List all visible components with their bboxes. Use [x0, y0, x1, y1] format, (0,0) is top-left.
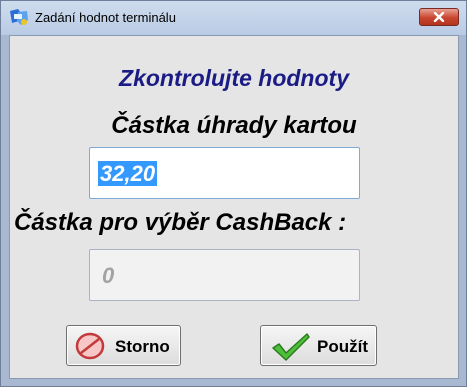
- card-amount-input[interactable]: 32,20: [89, 147, 360, 199]
- apply-button-label: Použít: [317, 337, 368, 356]
- cashback-amount-label: Částka pro výběr CashBack :: [14, 209, 347, 236]
- terminal-app-icon: [9, 9, 29, 27]
- no-entry-icon: [75, 332, 105, 365]
- cancel-button[interactable]: Storno: [66, 325, 181, 366]
- cashback-amount-input: 0: [89, 249, 360, 301]
- title-bar[interactable]: Zadání hodnot terminálu: [1, 1, 466, 35]
- cancel-button-label: Storno: [115, 337, 170, 356]
- dialog-window: Zadání hodnot terminálu Zkontrolujte hod…: [0, 0, 467, 387]
- checkmark-icon: [271, 332, 311, 367]
- check-values-heading: Zkontrolujte hodnoty: [119, 65, 349, 91]
- close-icon: [433, 12, 445, 22]
- cashback-amount-value: 0: [102, 263, 115, 288]
- close-button[interactable]: [419, 8, 459, 26]
- card-amount-value: 32,20: [98, 161, 158, 186]
- dialog-body: Zkontrolujte hodnoty Částka úhrady karto…: [9, 35, 459, 379]
- card-amount-label: Částka úhrady kartou: [111, 112, 357, 139]
- apply-button[interactable]: Použít: [260, 325, 377, 366]
- window-title: Zadání hodnot terminálu: [35, 10, 176, 25]
